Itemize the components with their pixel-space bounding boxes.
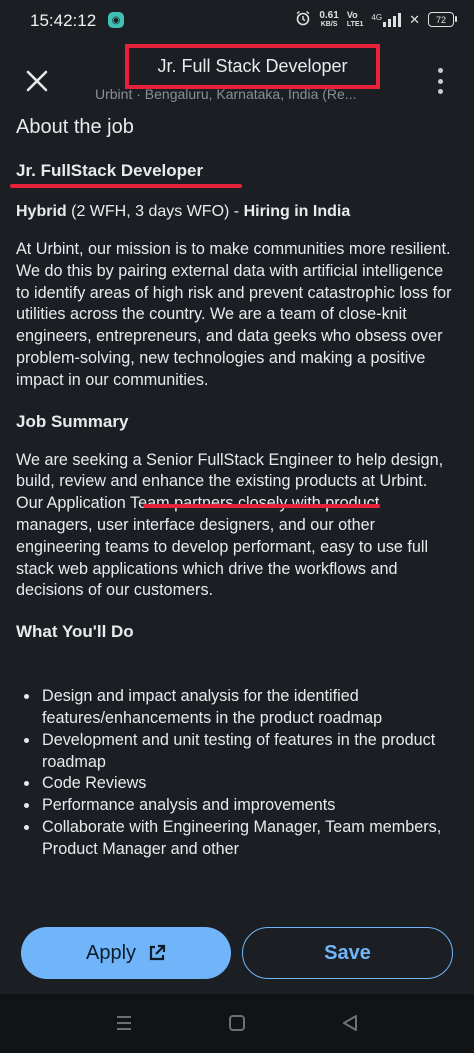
app-notification-icon: ◉ — [108, 12, 124, 28]
status-bar: 15:42:12 ◉ 0.61 KB/S Vo LTE1 4G ✕ 72 — [0, 0, 474, 42]
no-signal-icon: ✕ — [409, 11, 420, 27]
status-time: 15:42:12 — [30, 11, 97, 30]
intro-paragraph: At Urbint, our mission is to make commun… — [16, 240, 452, 389]
external-link-icon — [149, 944, 166, 961]
todo-list: Design and impact analysis for the ident… — [16, 686, 456, 860]
back-triangle-icon — [343, 1015, 357, 1031]
list-item: Code Reviews — [40, 773, 456, 795]
alarm-icon — [295, 10, 311, 29]
list-item: Performance analysis and improvements — [40, 795, 456, 817]
annotation-underline-highlight — [143, 504, 380, 508]
signal-icon: 4G — [371, 12, 402, 27]
network-speed: 0.61 KB/S — [319, 9, 339, 29]
about-heading: About the job — [16, 116, 134, 138]
more-vertical-icon — [437, 68, 443, 73]
home-square-icon — [229, 1015, 245, 1031]
apply-label: Apply — [85, 941, 137, 964]
todo-heading: What You'll Do — [16, 622, 134, 642]
more-options-button[interactable] — [432, 64, 448, 98]
list-item: Design and impact analysis for the ident… — [40, 686, 456, 730]
summary-highlight: a Senior FullStack Engineer — [132, 450, 334, 469]
summary-paragraph: We are seeking a Senior FullStack Engine… — [16, 450, 456, 603]
network-type: 4G — [371, 12, 383, 22]
top-app-bar: Jr. Full Stack Developer Urbint · Bengal… — [0, 44, 474, 112]
hiring-label: Hiring in India — [243, 203, 351, 220]
volte-bottom: LTE1 — [346, 20, 364, 28]
job-description: About the job Jr. FullStack Developer Hy… — [16, 112, 456, 861]
close-icon — [26, 70, 48, 92]
volte-indicator: Vo LTE1 — [346, 9, 364, 29]
network-speed-value: 0.61 — [319, 9, 339, 21]
recent-apps-button[interactable] — [112, 1011, 136, 1035]
annotation-underline-role — [10, 184, 242, 188]
save-button[interactable]: Save — [242, 927, 453, 979]
status-indicators: 0.61 KB/S Vo LTE1 4G ✕ 72 — [295, 9, 457, 29]
summary-post: to help design, build, review and enhanc… — [16, 450, 444, 600]
work-arrangement: Hybrid (2 WFH, 3 days WFO) - Hiring in I… — [16, 203, 456, 221]
job-subtitle: Urbint · Bengaluru, Karnataka, India (Re… — [95, 86, 357, 102]
apply-button[interactable]: Apply — [21, 927, 231, 979]
network-speed-unit: KB/S — [320, 20, 338, 28]
menu-icon — [117, 1016, 131, 1030]
close-button[interactable] — [20, 64, 54, 98]
list-item: Development and unit testing of features… — [40, 730, 456, 774]
hybrid-label: Hybrid — [16, 203, 67, 220]
job-title: Jr. Full Stack Developer — [125, 44, 380, 89]
summary-heading: Job Summary — [16, 411, 129, 431]
back-button[interactable] — [338, 1011, 362, 1035]
summary-pre: We are seeking — [16, 450, 133, 469]
volte-top: Vo — [346, 9, 358, 20]
system-navigation-bar — [0, 994, 474, 1053]
battery-icon: 72 — [428, 12, 457, 27]
hybrid-detail: (2 WFH, 3 days WFO) - — [66, 203, 244, 220]
role-title: Jr. FullStack Developer — [16, 161, 204, 180]
list-item: Collaborate with Engineering Manager, Te… — [40, 817, 456, 861]
bottom-action-bar: Apply Save — [0, 912, 474, 994]
home-button[interactable] — [225, 1011, 249, 1035]
